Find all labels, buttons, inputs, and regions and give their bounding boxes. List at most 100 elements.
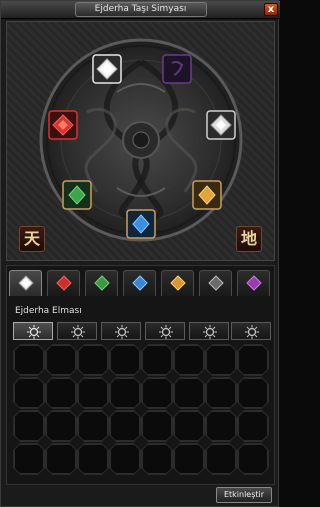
inventory-slot[interactable] <box>13 410 45 442</box>
grade-1[interactable] <box>13 322 53 340</box>
inventory-slot-inner <box>110 378 140 408</box>
grade-3[interactable] <box>101 322 141 340</box>
ruby-gem-icon <box>56 275 72 291</box>
inventory-slot[interactable] <box>141 344 173 376</box>
activate-button[interactable]: Etkinleştir <box>216 487 272 503</box>
close-button[interactable]: x <box>264 3 278 16</box>
jade-gem-icon <box>94 275 110 291</box>
inventory-slot[interactable] <box>109 344 141 376</box>
inventory-slot[interactable] <box>173 344 205 376</box>
inventory-slot[interactable] <box>45 344 77 376</box>
inventory-slot-inner <box>46 444 76 474</box>
inventory-slot[interactable] <box>77 344 109 376</box>
inventory-slot-inner <box>46 345 76 375</box>
slot-diamond-top[interactable] <box>92 54 122 84</box>
tab-topaz[interactable] <box>161 270 194 296</box>
inventory-slot[interactable] <box>109 443 141 475</box>
inventory-slot[interactable] <box>109 410 141 442</box>
inventory-slot[interactable] <box>173 410 205 442</box>
grade-2[interactable] <box>57 322 97 340</box>
inventory-slot[interactable] <box>13 443 45 475</box>
tab-diamond[interactable] <box>9 270 42 296</box>
window-title: Ejderha Taşı Simyası <box>74 2 207 17</box>
inventory-slot-inner <box>206 378 236 408</box>
inventory-slot[interactable] <box>13 377 45 409</box>
inventory-slot-inner <box>206 411 236 441</box>
grade-6[interactable] <box>231 322 271 340</box>
grade-tabs <box>13 322 271 340</box>
onyx-gem-icon <box>208 275 224 291</box>
inventory-slot-inner <box>238 444 268 474</box>
inventory-slot[interactable] <box>237 377 269 409</box>
inventory-slot-inner <box>142 378 172 408</box>
sun-icon <box>159 325 173 339</box>
inventory-slot-inner <box>142 345 172 375</box>
inventory-slot[interactable] <box>205 377 237 409</box>
slot-ruby[interactable] <box>48 110 78 140</box>
inventory-slot[interactable] <box>205 344 237 376</box>
tab-amethyst[interactable] <box>237 270 270 296</box>
inventory-slot-inner <box>238 411 268 441</box>
inventory-slot-inner <box>110 411 140 441</box>
inventory-slot-inner <box>238 345 268 375</box>
dragon-stone-alchemy-window: Ejderha Taşı Simyası x 天 地 Ejderha Elmas… <box>0 0 280 507</box>
inventory-slot-inner <box>206 345 236 375</box>
slot-amethyst[interactable] <box>162 54 192 84</box>
slot-topaz[interactable] <box>192 180 222 210</box>
title-bar[interactable]: Ejderha Taşı Simyası x <box>1 1 280 19</box>
inventory-slot[interactable] <box>77 410 109 442</box>
tab-onyx[interactable] <box>199 270 232 296</box>
inventory-slot-inner <box>174 345 204 375</box>
inventory-slot[interactable] <box>77 377 109 409</box>
inventory-slot-inner <box>142 444 172 474</box>
inventory-slot[interactable] <box>141 377 173 409</box>
diamond-gem-icon <box>18 275 34 291</box>
sun-icon <box>245 325 259 339</box>
section-label: Ejderha Elması <box>15 306 82 316</box>
sun-icon <box>27 325 41 339</box>
inventory-slot-inner <box>238 378 268 408</box>
grade-4[interactable] <box>145 322 185 340</box>
grade-5[interactable] <box>189 322 229 340</box>
slot-jade[interactable] <box>62 180 92 210</box>
inventory-slot-inner <box>14 378 44 408</box>
inventory-slot[interactable] <box>141 410 173 442</box>
tab-jade[interactable] <box>85 270 118 296</box>
inventory-slot[interactable] <box>77 443 109 475</box>
inventory-slot[interactable] <box>237 410 269 442</box>
inventory-slot[interactable] <box>141 443 173 475</box>
sun-icon <box>203 325 217 339</box>
heaven-seal: 天 <box>19 226 45 252</box>
alchemy-circle-panel: 天 地 <box>6 21 275 261</box>
inventory-slot[interactable] <box>45 410 77 442</box>
inventory-slot-inner <box>46 411 76 441</box>
inventory-slot-inner <box>206 444 236 474</box>
inventory-slot[interactable] <box>205 443 237 475</box>
inventory-slot-inner <box>142 411 172 441</box>
inventory-slot[interactable] <box>205 410 237 442</box>
amethyst-gem-icon <box>246 275 262 291</box>
slot-sapphire[interactable] <box>126 209 156 239</box>
gem-type-tabs <box>7 270 276 296</box>
inventory-slot[interactable] <box>237 344 269 376</box>
inventory-slot[interactable] <box>109 377 141 409</box>
inventory-slot[interactable] <box>237 443 269 475</box>
sun-icon <box>71 325 85 339</box>
inventory-slot[interactable] <box>45 377 77 409</box>
gem-inventory-panel: Ejderha Elması <box>6 265 275 485</box>
inventory-slot[interactable] <box>173 377 205 409</box>
inventory-slot[interactable] <box>13 344 45 376</box>
inventory-slot-inner <box>78 411 108 441</box>
inventory-slot-inner <box>14 411 44 441</box>
inventory-slot-inner <box>78 345 108 375</box>
inventory-slot[interactable] <box>45 443 77 475</box>
slot-onyx[interactable] <box>206 110 236 140</box>
inventory-slot-inner <box>46 378 76 408</box>
tab-ruby[interactable] <box>47 270 80 296</box>
inventory-slot-inner <box>78 378 108 408</box>
sun-icon <box>115 325 129 339</box>
tab-sapphire[interactable] <box>123 270 156 296</box>
inventory-slot[interactable] <box>173 443 205 475</box>
inventory-slot-inner <box>174 378 204 408</box>
inventory-slot-inner <box>110 345 140 375</box>
